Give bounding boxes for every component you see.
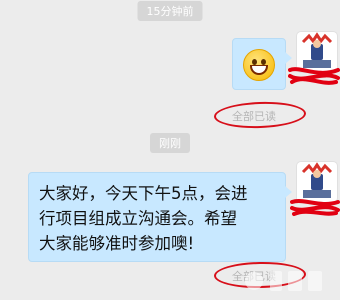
message-text: 大家好，今天下午5点，会进 行项目组成立沟通会。希望 大家能够准时参加噢! bbox=[39, 181, 279, 256]
watermark-logo-icon bbox=[245, 271, 322, 291]
text-message-bubble[interactable]: 大家好，今天下午5点，会进 行项目组成立沟通会。希望 大家能够准时参加噢! bbox=[28, 172, 292, 262]
sticker-message-bubble[interactable] bbox=[232, 38, 292, 90]
red-annotation-circle bbox=[213, 100, 307, 130]
redaction-scribble bbox=[290, 199, 340, 216]
message-line: 大家好，今天下午5点，会进 bbox=[39, 184, 248, 203]
message-line: 大家能够准时参加噢! bbox=[39, 234, 195, 253]
timestamp: 15分钟前 bbox=[137, 1, 203, 21]
redaction-scribble bbox=[288, 67, 340, 85]
message-line: 行项目组成立沟通会。希望 bbox=[39, 209, 237, 228]
grinning-face-icon bbox=[243, 49, 275, 81]
timestamp: 刚刚 bbox=[150, 133, 190, 153]
